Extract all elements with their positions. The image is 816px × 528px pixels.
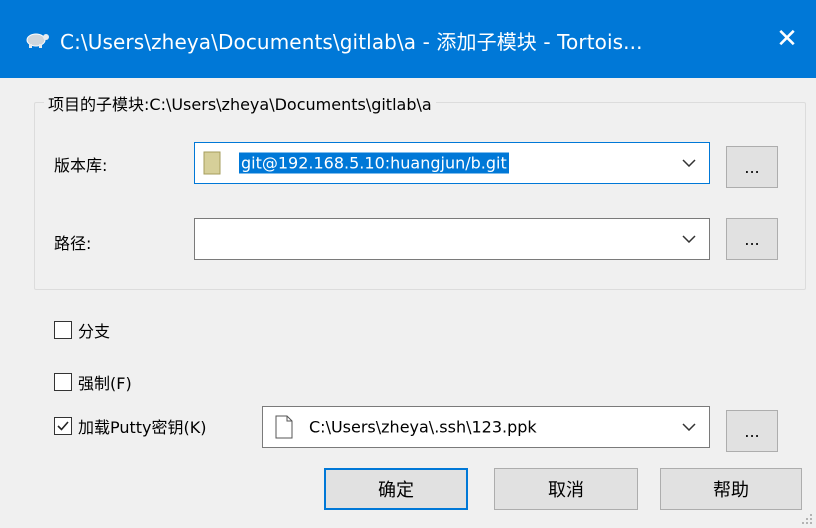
putty-key-value: C:\Users\zheya\.ssh\123.ppk bbox=[309, 417, 537, 437]
chevron-down-icon[interactable] bbox=[679, 219, 699, 259]
close-button[interactable]: ✕ bbox=[758, 0, 816, 78]
dialog-body: 项目的子模块:C:\Users\zheya\Documents\gitlab\a… bbox=[0, 78, 816, 528]
putty-label: 加载Putty密钥(K) bbox=[78, 418, 207, 437]
help-label: 帮助 bbox=[713, 480, 749, 501]
window-title: C:\Users\zheya\Documents\gitlab\a - 添加子模… bbox=[60, 30, 643, 54]
browse-label: ... bbox=[744, 157, 760, 177]
help-button[interactable]: 帮助 bbox=[660, 468, 802, 510]
title-bar: C:\Users\zheya\Documents\gitlab\a - 添加子模… bbox=[0, 0, 816, 78]
cancel-label: 取消 bbox=[548, 480, 584, 501]
ok-button[interactable]: 确定 bbox=[324, 468, 468, 510]
group-title: 项目的子模块:C:\Users\zheya\Documents\gitlab\a bbox=[44, 91, 436, 115]
submodule-groupbox bbox=[34, 102, 806, 290]
putty-key-combobox[interactable]: C:\Users\zheya\.ssh\123.ppk bbox=[262, 406, 710, 448]
folder-icon bbox=[203, 151, 221, 175]
repository-combobox[interactable]: git@192.168.5.10:huangjun/b.git bbox=[194, 142, 710, 184]
path-label: 路径: bbox=[54, 234, 92, 253]
close-icon: ✕ bbox=[776, 24, 798, 54]
force-label: 强制(F) bbox=[78, 374, 132, 393]
branch-checkbox-row[interactable]: 分支 bbox=[54, 318, 110, 342]
browse-label: ... bbox=[744, 421, 760, 441]
repository-label: 版本库: bbox=[54, 156, 108, 175]
chevron-down-icon[interactable] bbox=[679, 407, 699, 447]
ok-label: 确定 bbox=[378, 480, 414, 501]
repository-value: git@192.168.5.10:huangjun/b.git bbox=[239, 152, 509, 174]
browse-label: ... bbox=[744, 229, 760, 249]
putty-key-browse-button[interactable]: ... bbox=[726, 410, 778, 452]
resize-grip-icon[interactable] bbox=[799, 511, 813, 525]
force-checkbox[interactable] bbox=[54, 373, 72, 391]
repository-browse-button[interactable]: ... bbox=[726, 146, 778, 188]
tortoise-icon bbox=[26, 33, 49, 48]
force-checkbox-row[interactable]: 强制(F) bbox=[54, 370, 132, 394]
putty-checkbox-row[interactable]: 加载Putty密钥(K) bbox=[54, 414, 207, 438]
chevron-down-icon[interactable] bbox=[679, 143, 699, 183]
check-icon bbox=[57, 421, 69, 431]
cancel-button[interactable]: 取消 bbox=[494, 468, 638, 510]
file-icon bbox=[275, 415, 293, 439]
branch-checkbox[interactable] bbox=[54, 321, 72, 339]
path-combobox[interactable] bbox=[194, 218, 710, 260]
path-browse-button[interactable]: ... bbox=[726, 218, 778, 260]
branch-label: 分支 bbox=[78, 322, 111, 341]
putty-checkbox[interactable] bbox=[54, 417, 72, 435]
